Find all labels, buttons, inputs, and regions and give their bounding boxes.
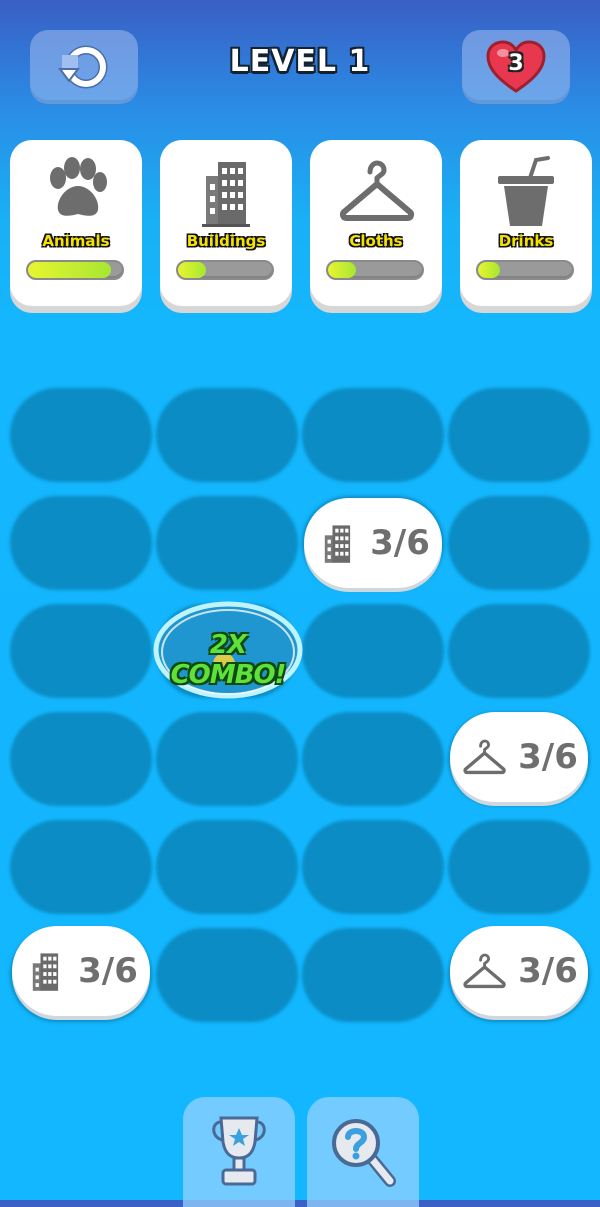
category-progress-bar	[26, 260, 124, 280]
category-progress-bar	[326, 260, 424, 280]
empty-slot	[302, 388, 444, 482]
empty-slot	[302, 712, 444, 806]
hint-button[interactable]	[307, 1097, 419, 1207]
restart-icon	[58, 45, 108, 89]
empty-slot	[10, 712, 152, 806]
empty-slot	[10, 604, 152, 698]
magnifier-hint-icon	[332, 1119, 396, 1187]
category-card-buildings: Buildings	[160, 140, 292, 306]
empty-slot	[10, 496, 152, 590]
building-icon	[324, 525, 351, 563]
cup-icon	[498, 156, 554, 226]
empty-slot	[156, 820, 298, 914]
empty-slot	[448, 496, 590, 590]
item-tile-cloths[interactable]: 3/6	[450, 712, 588, 802]
empty-slot	[448, 388, 590, 482]
empty-slot	[156, 388, 298, 482]
empty-slot	[302, 820, 444, 914]
item-tile-buildings[interactable]: 3/6	[12, 926, 150, 1016]
category-label: Drinks	[498, 232, 554, 250]
empty-slot	[156, 712, 298, 806]
hanger-icon	[463, 739, 506, 775]
level-title: LEVEL 1	[229, 44, 371, 79]
empty-slot	[10, 388, 152, 482]
hanger-icon	[339, 160, 415, 221]
category-card-cloths: Cloths	[310, 140, 442, 306]
empty-slot	[448, 820, 590, 914]
category-label: Cloths	[349, 232, 403, 250]
category-label: Animals	[42, 232, 110, 250]
item-tile-buildings[interactable]: 3/6	[304, 498, 442, 588]
trophy-button[interactable]	[183, 1097, 295, 1207]
building-icon	[32, 953, 59, 991]
tile-count: 3/6	[78, 951, 138, 991]
empty-slot	[448, 604, 590, 698]
paw-icon	[50, 157, 107, 216]
hanger-icon	[463, 953, 506, 989]
combo-effect: 2X COMBO!	[150, 598, 306, 706]
category-progress-bar	[476, 260, 574, 280]
trophy-icon	[212, 1116, 266, 1186]
empty-slot	[302, 604, 444, 698]
category-label: Buildings	[186, 232, 266, 250]
building-icon	[202, 162, 250, 227]
empty-slot	[156, 928, 298, 1022]
lives-counter: 3	[462, 30, 570, 104]
tile-count: 3/6	[518, 737, 578, 777]
category-progress-bar	[176, 260, 274, 280]
empty-slot	[156, 496, 298, 590]
category-card-animals: Animals	[10, 140, 142, 306]
combo-text: 2X COMBO!	[170, 630, 287, 690]
restart-button[interactable]	[30, 30, 138, 104]
tile-count: 3/6	[370, 523, 430, 563]
empty-slot	[302, 928, 444, 1022]
category-card-drinks: Drinks	[460, 140, 592, 306]
empty-slot	[10, 820, 152, 914]
lives-count: 3	[508, 51, 524, 76]
tile-count: 3/6	[518, 951, 578, 991]
item-tile-cloths[interactable]: 3/6	[450, 926, 588, 1016]
